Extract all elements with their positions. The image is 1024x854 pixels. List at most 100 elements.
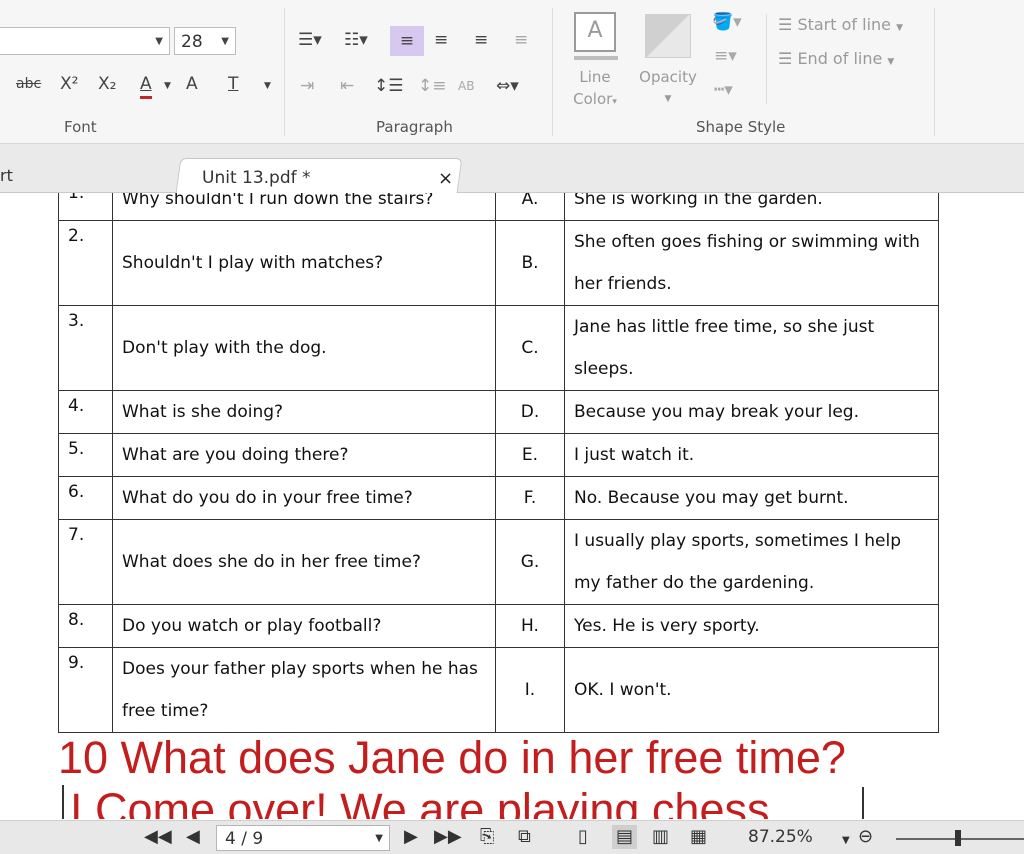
copy-page-icon[interactable]: ⧉ [518, 825, 531, 849]
first-page-icon[interactable]: ◀◀ [144, 825, 172, 849]
next-page-icon[interactable]: ▶ [404, 825, 418, 849]
document-view: 1. Why shouldn't I run down the stairs? A.… [0, 193, 1024, 819]
question-cell: Do you watch or play football? [112, 604, 496, 648]
row-number: 5. [58, 433, 113, 477]
answer-box-border [862, 787, 864, 819]
chevron-down-icon: ▼ [375, 833, 383, 844]
question-cell: What are you doing there? [112, 433, 496, 477]
zoom-level[interactable]: 87.25% [748, 825, 813, 849]
zoom-slider-thumb[interactable] [955, 830, 961, 846]
align-right-icon[interactable]: ≡ [474, 28, 488, 52]
row-number: 4. [58, 390, 113, 434]
group-divider [766, 14, 767, 104]
end-of-line-button[interactable]: ☰ End of line ▼ [778, 48, 894, 73]
group-divider [284, 8, 285, 136]
character-width-icon[interactable]: ⇔▾ [496, 74, 519, 98]
dash-style-icon[interactable]: ┅▾ [714, 78, 733, 102]
bullet-list-icon[interactable]: ☰▾ [298, 28, 322, 52]
row-number: 9. [58, 647, 113, 733]
clear-format-button[interactable]: T [228, 72, 238, 96]
row-number: 8. [58, 604, 113, 648]
page-number-value: 4 / 9 [225, 829, 264, 849]
start-of-line-button[interactable]: ☰ Start of line ▼ [778, 14, 903, 39]
question-cell: Does your father play sports when he has… [112, 647, 496, 733]
page-transition-icon[interactable]: ⎘ [480, 825, 494, 849]
strikethrough-button[interactable]: abc [16, 72, 41, 96]
char-spacing-icon: A [186, 74, 198, 94]
line-weight-icon[interactable]: ≡▾ [714, 44, 737, 68]
font-size-combo[interactable]: 28 ▼ [174, 27, 236, 55]
character-spacing-button[interactable]: A [186, 72, 198, 96]
table-row: 5. What are you doing there? E. I just watc… [58, 433, 939, 477]
question-cell: What is she doing? [112, 390, 496, 434]
chevron-down-icon: ▼ [221, 36, 229, 47]
end-of-line-label: End of line [797, 49, 883, 68]
shape-style-group-label: Shape Style [696, 118, 786, 136]
letter-cell: A. [495, 193, 565, 221]
line-color-label: Line Color▾ [568, 66, 622, 113]
close-icon[interactable]: × [438, 170, 453, 188]
continuous-facing-icon[interactable]: ▦ [690, 825, 707, 849]
strikethrough-icon: abc [16, 76, 42, 92]
ribbon-toolbar: ▼ 28 ▼ abc X² X₂ A ▼ A T ▼ Font ☰▾ ☷▾ ≡ … [0, 0, 1024, 144]
numbered-list-icon[interactable]: ☷▾ [344, 28, 368, 52]
chevron-down-icon: ▼ [664, 94, 672, 104]
answer-cell: Because you may break your leg. [564, 390, 939, 434]
question-cell: What does she do in her free time? [112, 519, 496, 605]
letter-cell: H. [495, 604, 565, 648]
answer-cell: She often goes fishing or swimming with … [564, 220, 939, 306]
row-number: 1. [58, 193, 113, 221]
line-spacing-icon[interactable]: ↕☰ [374, 74, 403, 98]
align-center-icon[interactable]: ≡ [434, 28, 448, 52]
letter-cell: I. [495, 647, 565, 733]
last-page-icon[interactable]: ▶▶ [434, 825, 462, 849]
line-color-button[interactable]: A [574, 12, 616, 52]
tab-title[interactable]: Unit 13.pdf * [202, 168, 311, 188]
letter-cell: B. [495, 220, 565, 306]
answer-cell: I usually play sports, sometimes I help … [564, 519, 939, 605]
text-direction-icon[interactable]: AB [458, 74, 474, 98]
answer-cell: I just watch it. [564, 433, 939, 477]
clear-format-icon: T [228, 74, 239, 94]
opacity-button[interactable]: Opacity ▼ [634, 66, 702, 110]
page-number-input[interactable]: 4 / 9 ▼ [216, 825, 390, 851]
facing-pages-icon[interactable]: ▥ [652, 825, 669, 849]
letter-cell: E. [495, 433, 565, 477]
chevron-down-icon[interactable]: ▼ [842, 829, 850, 853]
chevron-down-icon[interactable]: ▼ [164, 74, 171, 98]
table-row: 2. Shouldn't I play with matches? B. She of… [58, 220, 939, 306]
question-cell: Don't play with the dog. [112, 305, 496, 391]
table-row: 6. What do you do in your free time? F. No.… [58, 476, 939, 520]
opacity-label: Opacity [639, 68, 697, 86]
answer-cell: No. Because you may get burnt. [564, 476, 939, 520]
align-left-icon[interactable]: ≡ [390, 26, 424, 56]
line-color-swatch [574, 56, 618, 60]
chevron-down-icon: ▼ [155, 36, 163, 47]
prev-page-icon[interactable]: ◀ [186, 825, 200, 849]
fill-color-icon[interactable]: 🪣▾ [712, 10, 742, 34]
paragraph-spacing-icon[interactable]: ↕≡ [418, 74, 447, 98]
subscript-button[interactable]: X₂ [98, 72, 116, 96]
continuous-page-icon[interactable]: ▤ [612, 825, 638, 849]
indent-increase-icon[interactable]: ⇥ [300, 74, 314, 98]
single-page-icon[interactable]: ▯ [578, 825, 588, 849]
exercise-table: 1. Why shouldn't I run down the stairs? A.… [58, 193, 939, 733]
letter-cell: G. [495, 519, 565, 605]
font-name-combo[interactable]: ▼ [0, 27, 170, 55]
table-row: 9. Does your father play sports when he h… [58, 647, 939, 733]
table-row: 4. What is she doing? D. Because you may br… [58, 390, 939, 434]
justify-icon[interactable]: ≡ [514, 28, 528, 52]
indent-decrease-icon[interactable]: ⇤ [340, 74, 354, 98]
superscript-icon: X² [60, 74, 79, 94]
zoom-out-icon[interactable]: ⊖ [858, 825, 873, 849]
font-color-button[interactable]: A [140, 72, 152, 99]
superscript-button[interactable]: X² [60, 72, 78, 96]
start-of-line-label: Start of line [797, 15, 891, 34]
tab-partial[interactable]: rt [0, 166, 13, 185]
chevron-down-icon[interactable]: ▼ [264, 74, 271, 98]
letter-cell: F. [495, 476, 565, 520]
group-divider [934, 8, 935, 136]
opacity-icon[interactable] [645, 14, 691, 58]
status-bar: ◀◀ ◀ 4 / 9 ▼ ▶ ▶▶ ⎘ ⧉ ▯ ▤ ▥ ▦ 87.25% ▼ ⊖ [0, 820, 1024, 854]
line-color-label-1: Line [579, 68, 611, 86]
